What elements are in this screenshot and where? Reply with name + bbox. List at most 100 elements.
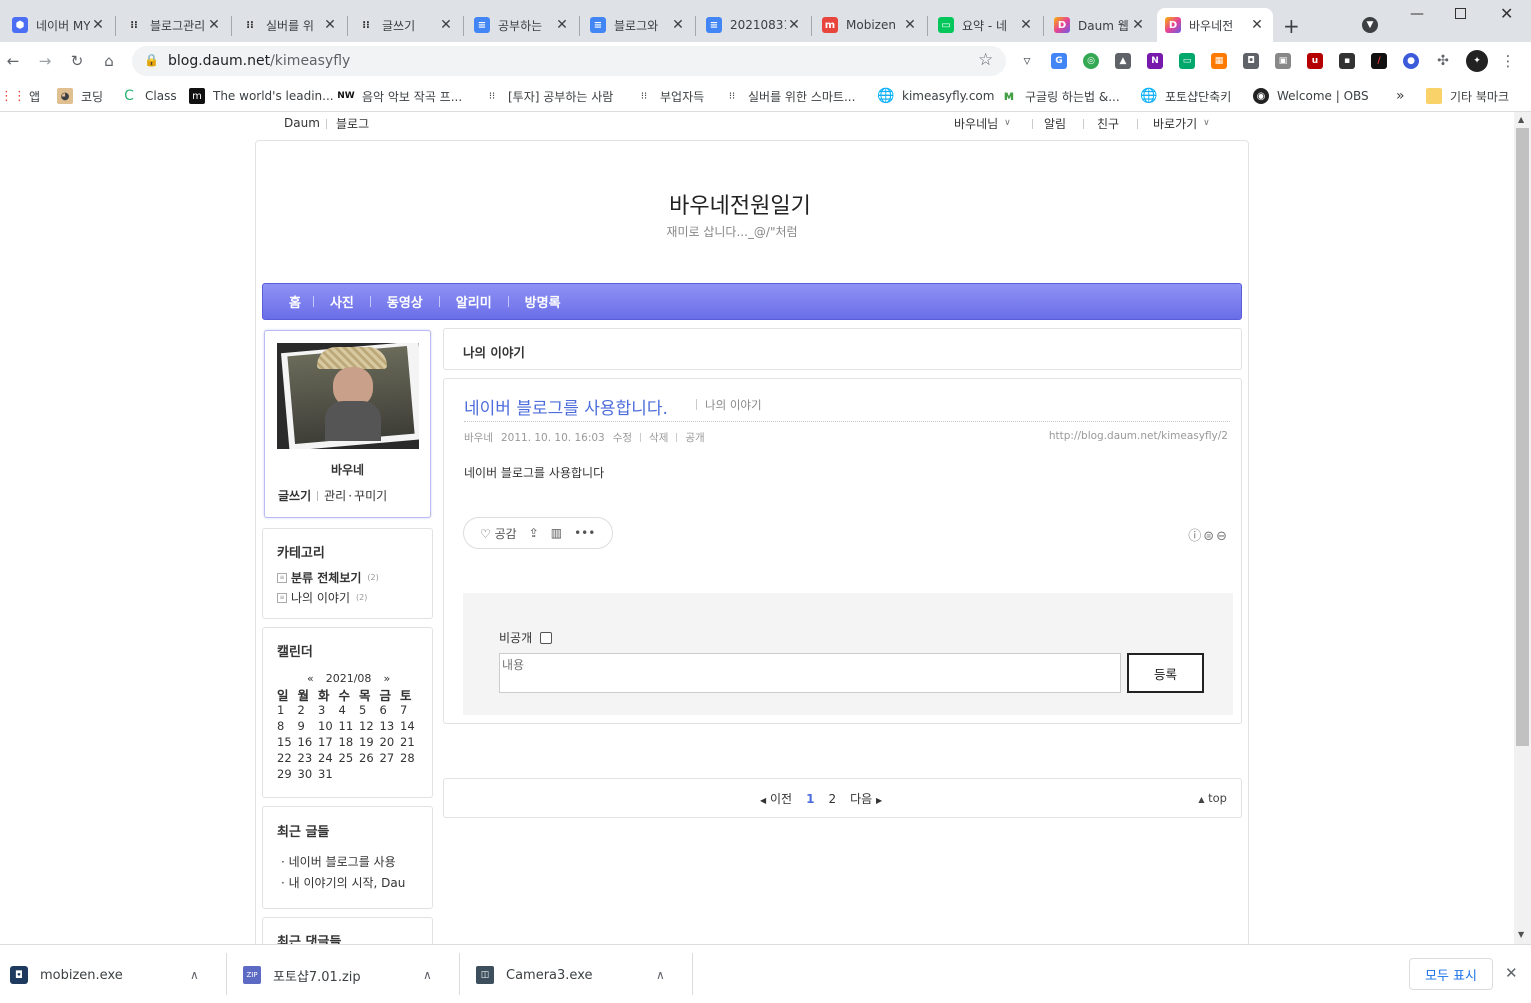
blog-link[interactable]: 블로그 [336,112,369,134]
bookmark-side-job[interactable]: ⁝⁝ 부업자득 [636,85,704,107]
close-icon[interactable]: ✕ [438,17,454,33]
bookmark-apps[interactable]: ⋮⋮ 앱 [0,85,40,107]
bookmark-class[interactable]: C Class [121,85,176,107]
list-item[interactable]: · 네이버 블로그를 사용 [281,853,396,870]
bookmark-kimeasyfly[interactable]: 🌐 kimeasyfly.com [877,85,994,107]
translate-icon[interactable]: G [1051,53,1067,69]
friends-link[interactable]: 친구 [1097,112,1119,134]
tab-daum-web[interactable]: D Daum 웹 ✕ [1046,8,1154,42]
alarm-link[interactable]: 알림 [1044,112,1066,134]
bookmark-worlds-leading[interactable]: m The world's leadin... [189,85,334,107]
write-link[interactable]: 글쓰기 [278,487,311,504]
calendar-prev-button[interactable]: « [307,672,314,685]
decorate-link[interactable]: 꾸미기 [354,487,387,504]
extension-icon[interactable]: ● [1403,53,1419,69]
shortcut-menu[interactable]: 바로가기 ∨ [1153,112,1210,134]
bookmark-music[interactable]: NW 음악 악보 작곡 프... [337,85,462,107]
bookmark-other[interactable]: 기타 북마크 [1426,85,1509,107]
avatar[interactable]: ✦ [1466,50,1488,72]
menu-kebab-icon[interactable]: ⋮ [1497,50,1519,72]
onenote-icon[interactable]: N [1147,53,1163,69]
extension-icon[interactable]: ▪ [1339,53,1355,69]
close-icon[interactable]: ✕ [786,17,802,33]
close-icon[interactable]: ✕ [670,17,686,33]
bookmark-photoshop[interactable]: 🌐 포토샵단축키 [1140,85,1231,107]
close-icon[interactable]: ✕ [90,17,106,33]
scroll-up-icon[interactable]: ▲ [1518,115,1524,124]
download-item[interactable]: ◫ Camera3.exe ∧ [476,960,665,990]
close-icon[interactable]: ✕ [554,17,570,33]
menu-video[interactable]: 동영상 [371,292,439,311]
bookmark-invest[interactable]: ⁝⁝ [투자] 공부하는 사람 [484,85,614,107]
reload-icon[interactable]: ↻ [66,50,88,72]
menu-guestbook[interactable]: 방명록 [509,292,577,311]
more-bookmarks-icon[interactable]: » [1396,85,1405,107]
top-link[interactable]: ▲ top [1198,791,1227,805]
tab-mobizen[interactable]: m Mobizen ✕ [814,8,926,42]
bookmark-googling[interactable]: ᴍ 구글링 하는법 &... [1001,85,1120,107]
visibility-link[interactable]: 공개 [685,430,704,445]
close-icon[interactable]: ✕ [1018,17,1034,33]
calendar-next-button[interactable]: » [383,672,390,685]
page-2-link[interactable]: 2 [828,792,836,806]
chevron-up-icon[interactable]: ∧ [423,968,432,982]
tab-study[interactable]: ≡ 공부하는 ✕ [466,8,578,42]
tab-blog-admin[interactable]: ⁝⁝ 블로그관리 ✕ [118,8,230,42]
extension-icon[interactable]: / [1371,53,1387,69]
tab-naver-my[interactable]: ⬢ 네이버 MY ✕ [4,8,114,42]
close-icon[interactable]: ✕ [902,17,918,33]
comment-input[interactable] [499,653,1121,693]
tab-20210831[interactable]: ≡ 20210831 ✕ [698,8,810,42]
tab-search-icon[interactable]: ▼ [1362,17,1378,33]
private-checkbox[interactable] [540,631,553,644]
bookmark-silver[interactable]: ⁝⁝ 실버를 위한 스마트... [724,85,856,107]
download-item[interactable]: ZIP 포토샵7.01.zip ∧ [243,960,432,990]
ublock-icon[interactable]: u [1307,53,1323,69]
tab-write[interactable]: ⁝⁝ 글쓰기 ✕ [350,8,462,42]
close-icon[interactable]: ✕ [1130,17,1146,33]
page-1-link[interactable]: 1 [806,792,814,806]
more-icon[interactable]: ••• [574,526,595,540]
stats-icon[interactable]: ▥ [551,526,562,540]
edit-link[interactable]: 수정 [613,430,632,445]
daum-link[interactable]: Daum [284,112,320,134]
manage-link[interactable]: 관리 [324,487,346,504]
prev-page-link[interactable]: ◀ 이전 [760,790,792,807]
window-close-button[interactable]: ✕ [1500,4,1513,23]
menu-home[interactable]: 홈 [277,292,313,311]
chevron-up-icon[interactable]: ∧ [190,968,199,982]
chevron-up-icon[interactable]: ∧ [656,968,665,982]
user-menu[interactable]: 바우네님 ∨ [954,112,1011,134]
home-icon[interactable]: ⌂ [98,50,120,72]
back-icon[interactable]: ← [2,50,24,72]
bookmark-obs[interactable]: ◉ Welcome | OBS [1253,85,1369,107]
show-all-button[interactable]: 모두 표시 [1409,958,1493,990]
extension-icon[interactable]: ◘ [1243,53,1259,69]
close-icon[interactable]: ✕ [1249,17,1265,33]
maximize-button[interactable] [1455,8,1466,19]
tab-summary[interactable]: ▭ 요약 - 네 ✕ [930,8,1042,42]
profile-photo[interactable] [277,343,419,449]
tab-active-blog[interactable]: D 바우네전 ✕ [1157,8,1273,42]
scrollbar-thumb[interactable] [1516,128,1529,746]
submit-button[interactable]: 등록 [1127,653,1204,693]
close-downloads-icon[interactable]: ✕ [1505,964,1518,982]
post-permalink[interactable]: http://blog.daum.net/kimeasyfly/2 [1049,430,1228,442]
bookmark-coding[interactable]: ◕ 코딩 [57,85,103,107]
menu-photo[interactable]: 사진 [314,292,370,311]
extension-icon[interactable]: ▦ [1211,53,1227,69]
tab-blog-and[interactable]: ≡ 블로그와 ✕ [582,8,694,42]
address-bar[interactable]: 🔒 blog.daum.net/kimeasyfly ☆ [132,46,1006,76]
star-icon[interactable]: ☆ [978,50,993,70]
next-page-link[interactable]: 다음 ▶ [850,790,882,807]
extension-icon[interactable]: ▭ [1179,53,1195,69]
close-icon[interactable]: ✕ [322,17,338,33]
scroll-down-icon[interactable]: ▼ [1518,930,1524,939]
tab-silver[interactable]: ⁝⁝ 실버를 위 ✕ [234,8,346,42]
page-scrollbar[interactable]: ▲ ▼ [1514,112,1531,944]
puzzle-icon[interactable]: ✣ [1435,53,1451,69]
list-item[interactable]: · 내 이야기의 시작, Dau [281,874,405,891]
category-all[interactable]: ≡ 분류 전체보기 (2) [277,569,379,586]
extension-icon[interactable]: ◎ [1083,53,1099,69]
extension-icon[interactable]: ▣ [1275,53,1291,69]
